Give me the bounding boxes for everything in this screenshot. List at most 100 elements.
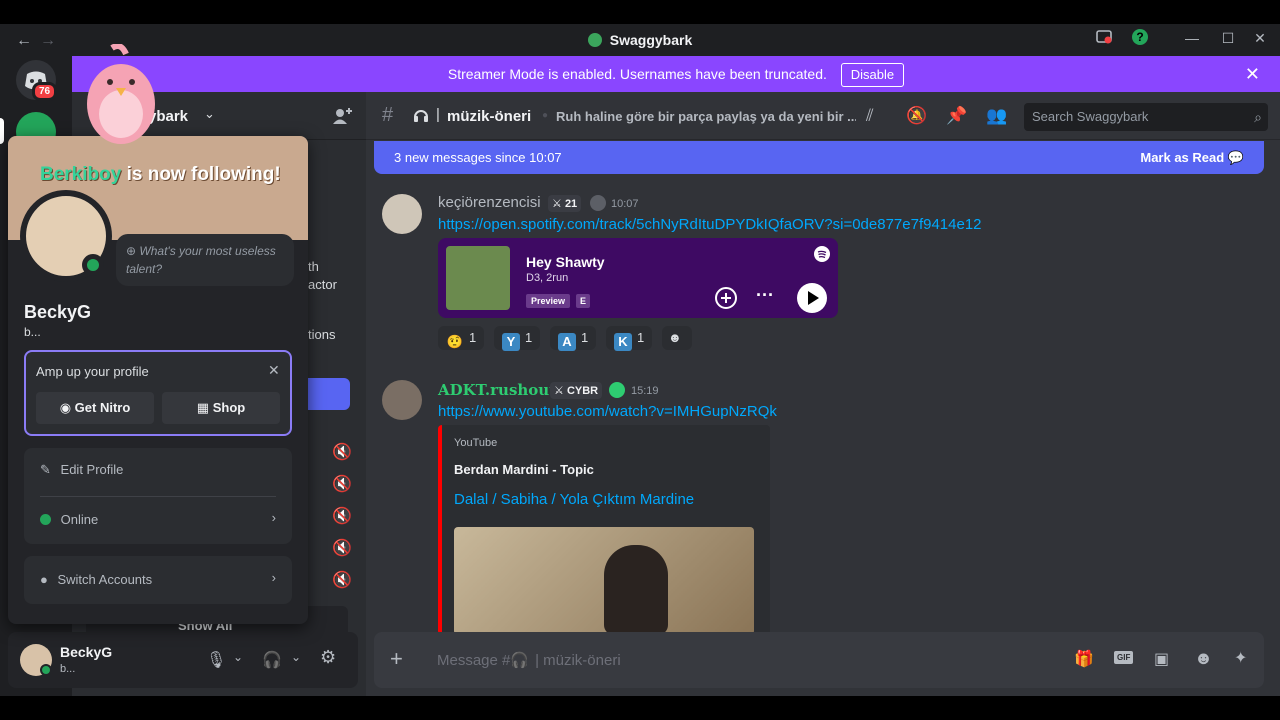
search-input[interactable]: Search Swaggybark ⌕ bbox=[1024, 103, 1268, 131]
member-list-icon[interactable]: 👥 bbox=[986, 106, 1007, 126]
search-icon: ⌕ bbox=[1254, 109, 1262, 125]
profile-menu-card: ✎ Edit Profile Online › bbox=[24, 448, 292, 544]
online-label: Online bbox=[60, 512, 99, 527]
gif-icon[interactable]: GIF bbox=[1114, 651, 1134, 664]
reaction-count: 1 bbox=[637, 330, 645, 345]
new-messages-bar[interactable]: 3 new messages since 10:07 Mark as Read … bbox=[374, 141, 1264, 174]
switch-accounts-item[interactable]: ● Switch Accounts › bbox=[40, 570, 276, 587]
mark-read-icon: 💬 bbox=[1227, 150, 1244, 165]
edit-profile-item[interactable]: ✎ Edit Profile bbox=[40, 462, 276, 478]
message-author[interactable]: keçiörenzencisi bbox=[438, 194, 541, 211]
search-placeholder: Search Swaggybark bbox=[1032, 109, 1149, 124]
reaction[interactable]: K1 bbox=[606, 326, 653, 351]
emoji-letter-icon: K bbox=[614, 333, 632, 351]
placeholder-channel: | müzik-öneri bbox=[535, 652, 621, 669]
timestamp: 10:07 bbox=[611, 198, 639, 210]
help-icon[interactable]: ? bbox=[1130, 28, 1150, 49]
apps-icon[interactable]: ✦ bbox=[1234, 648, 1247, 668]
profile-name: BeckyG bbox=[24, 302, 92, 322]
attach-plus-icon[interactable]: + bbox=[390, 646, 403, 672]
pencil-icon: ✎ bbox=[40, 462, 51, 477]
add-reaction-button[interactable]: ☻ bbox=[662, 326, 692, 350]
account-icon: ● bbox=[40, 572, 48, 587]
emoji-icon[interactable]: ☻ bbox=[1194, 648, 1213, 669]
divider: | bbox=[436, 106, 440, 123]
user-name[interactable]: BeckyG bbox=[60, 644, 112, 660]
muted-icon: 🔇 bbox=[332, 444, 352, 461]
maximize-icon[interactable]: ☐ bbox=[1218, 30, 1238, 47]
thumbnail-figure bbox=[604, 545, 668, 635]
get-nitro-button[interactable]: ◉ Get Nitro bbox=[36, 392, 154, 424]
youtube-link[interactable]: https://www.youtube.com/watch?v=IMHGupNz… bbox=[438, 403, 777, 420]
nitro-label: Get Nitro bbox=[74, 400, 131, 415]
threads-icon[interactable]: ⫽ bbox=[866, 106, 874, 126]
spotify-embed[interactable]: Hey Shawty D3, 2run Preview E ··· bbox=[438, 238, 838, 318]
channel-topic[interactable]: Ruh haline göre bir parça paylaş ya da y… bbox=[556, 109, 856, 124]
user-panel: BeckyG b... 🎙 ⌄ 🎧 ⌄ ⚙ bbox=[8, 632, 358, 688]
online-status-dot bbox=[82, 254, 104, 276]
sticker-icon[interactable]: ▣ bbox=[1154, 649, 1169, 669]
add-icon[interactable] bbox=[714, 286, 738, 315]
reaction[interactable]: Y1 bbox=[494, 326, 541, 351]
muted-icon: 🔇 bbox=[332, 508, 352, 525]
sidebar-text-fragment: tions bbox=[308, 327, 336, 342]
tag-icon: ⚔ bbox=[554, 385, 564, 397]
role-icon bbox=[609, 382, 625, 398]
settings-gear-icon[interactable]: ⚙ bbox=[320, 647, 336, 668]
embed-provider[interactable]: YouTube bbox=[454, 437, 497, 449]
disable-button[interactable]: Disable bbox=[840, 63, 905, 87]
amp-title: Amp up your profile bbox=[36, 364, 149, 379]
track-artists[interactable]: D3, 2run bbox=[526, 272, 568, 284]
play-icon[interactable] bbox=[796, 282, 828, 319]
avatar[interactable] bbox=[382, 380, 422, 420]
chevron-right-icon: › bbox=[271, 510, 276, 525]
hash-icon: # bbox=[382, 104, 394, 126]
custom-status-bubble[interactable]: ⊕ What's your most useless talent? bbox=[116, 234, 294, 286]
composer-placeholder[interactable]: Message #🎧 | müzik-öneri bbox=[437, 651, 621, 669]
close-icon[interactable]: ✕ bbox=[268, 362, 280, 379]
emoji-letter-icon: Y bbox=[502, 333, 520, 351]
message-author[interactable]: ADKT.rushout bbox=[438, 381, 556, 399]
album-art bbox=[446, 246, 510, 310]
inbox-icon[interactable] bbox=[1094, 28, 1114, 49]
placeholder-prefix: Message # bbox=[437, 652, 511, 669]
embed-title[interactable]: Dalal / Sabiha / Yola Çıktım Mardine bbox=[454, 491, 694, 508]
reaction-count: 1 bbox=[469, 330, 477, 345]
microphone-icon[interactable]: 🎙 bbox=[206, 650, 226, 670]
add-member-icon[interactable] bbox=[332, 106, 352, 131]
headphones-icon[interactable]: 🎧 bbox=[262, 650, 282, 670]
title-bar: ← → Swaggybark ? — ☐ ✕ bbox=[0, 24, 1280, 56]
spotify-link[interactable]: https://open.spotify.com/track/5chNyRdIt… bbox=[438, 216, 982, 233]
mark-as-read-button[interactable]: Mark as Read 💬 bbox=[1140, 141, 1244, 174]
banner-text: Streamer Mode is enabled. Usernames have… bbox=[447, 66, 827, 82]
chevron-down-icon[interactable]: ⌄ bbox=[233, 650, 243, 664]
online-status-item[interactable]: Online › bbox=[40, 510, 276, 527]
close-window-icon[interactable]: ✕ bbox=[1250, 30, 1270, 47]
role-icon bbox=[590, 195, 606, 211]
explicit-badge: E bbox=[576, 294, 591, 308]
message-composer[interactable]: + Message #🎧 | müzik-öneri 🎁 GIF ▣ ☻ ✦ bbox=[374, 632, 1264, 688]
guild-tag[interactable]: ⚔ 21 bbox=[548, 195, 582, 212]
emoji-letter-icon: A bbox=[558, 333, 576, 351]
sidebar-text-fragment: actor bbox=[308, 277, 337, 292]
guild-tag[interactable]: ⚔ CYBR bbox=[550, 382, 603, 399]
online-dot-icon bbox=[40, 514, 51, 525]
muted-icon: 🔇 bbox=[332, 572, 352, 589]
more-options-icon[interactable]: ··· bbox=[756, 285, 774, 306]
video-thumbnail[interactable] bbox=[454, 527, 754, 635]
divider bbox=[40, 496, 276, 497]
pin-icon[interactable]: 📌 bbox=[946, 106, 967, 126]
smiley-icon: ☻ bbox=[668, 330, 682, 345]
track-title[interactable]: Hey Shawty bbox=[526, 254, 605, 270]
shop-button[interactable]: ▦ Shop bbox=[162, 392, 280, 424]
chevron-down-icon[interactable]: ⌄ bbox=[291, 650, 301, 664]
gift-icon[interactable]: 🎁 bbox=[1074, 649, 1094, 669]
embed-author[interactable]: Berdan Mardini - Topic bbox=[454, 462, 594, 477]
reaction[interactable]: A1 bbox=[550, 326, 597, 351]
notification-muted-icon[interactable]: 🔕 bbox=[906, 106, 927, 126]
reaction[interactable]: 🤨 1 bbox=[438, 326, 485, 350]
add-status-icon: ⊕ bbox=[126, 244, 137, 258]
minimize-icon[interactable]: — bbox=[1182, 30, 1202, 46]
avatar[interactable] bbox=[382, 194, 422, 234]
close-banner-icon[interactable]: ✕ bbox=[1245, 56, 1260, 92]
